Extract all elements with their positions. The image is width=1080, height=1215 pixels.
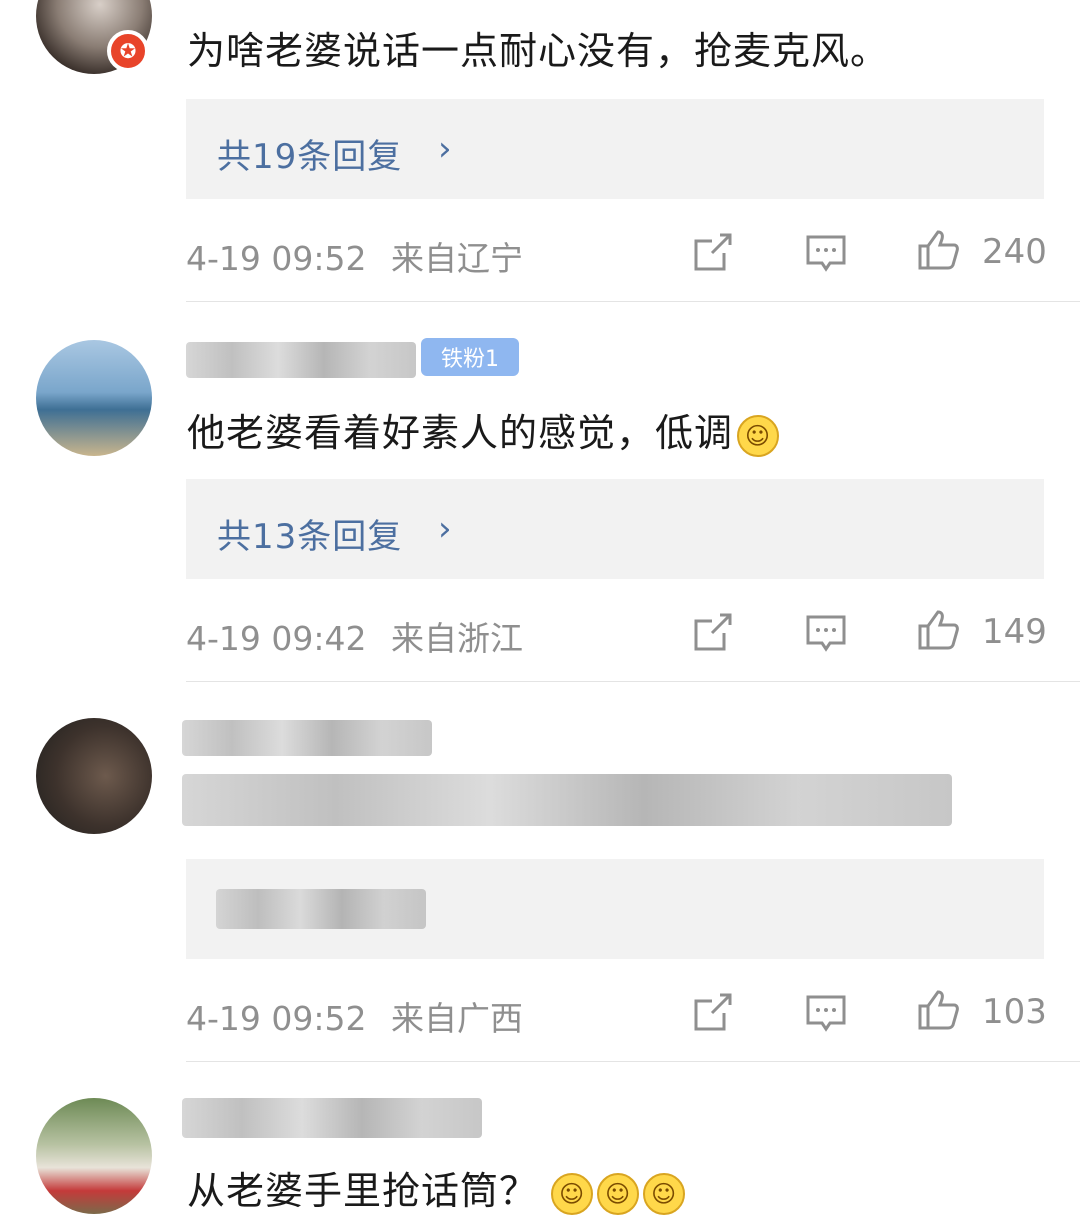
comment-icon[interactable] <box>804 991 848 1035</box>
comment-meta: 4-19 09:52 来自辽宁 <box>186 232 523 280</box>
thumbs-up-icon[interactable] <box>916 608 960 652</box>
share-icon[interactable] <box>690 991 734 1035</box>
reply-thread-link[interactable]: 共13条回复 › <box>186 479 1044 579</box>
reply-thread-link[interactable]: 共19条回复 › <box>186 99 1044 199</box>
shrug-emoji-icon: ☺ <box>643 1172 686 1215</box>
location: 来自辽宁 <box>391 239 523 278</box>
avatar[interactable] <box>36 340 152 456</box>
sunglasses-emoji-icon: ☺ <box>737 414 780 457</box>
location: 来自浙江 <box>391 619 523 658</box>
comment-meta: 4-19 09:52 来自广西 <box>186 992 523 1040</box>
comment-text-redacted <box>182 774 952 826</box>
share-icon[interactable] <box>690 231 734 275</box>
avatar[interactable] <box>36 1098 152 1214</box>
share-icon[interactable] <box>690 611 734 655</box>
thumbs-up-icon[interactable] <box>916 228 960 272</box>
username-redacted[interactable] <box>182 1098 482 1138</box>
chevron-right-icon: › <box>438 129 452 169</box>
divider <box>186 1061 1080 1062</box>
location: 来自广西 <box>391 999 523 1038</box>
comment-text: 从老婆手里抢话筒？ ☺ ☺ ☺ <box>187 1160 686 1215</box>
comment-icon[interactable] <box>804 611 848 655</box>
username-redacted[interactable] <box>186 342 416 378</box>
verified-badge-icon: ✪ <box>107 30 149 72</box>
fan-level-badge: 铁粉1 <box>421 338 519 376</box>
username-redacted[interactable] <box>182 720 432 756</box>
thumbs-up-icon[interactable] <box>916 988 960 1032</box>
shrug-emoji-icon: ☺ <box>551 1172 594 1215</box>
reply-thread-link[interactable] <box>186 859 1044 959</box>
divider <box>186 681 1080 682</box>
chevron-right-icon: › <box>438 509 452 549</box>
reply-count: 共13条回复 <box>217 517 403 557</box>
avatar[interactable] <box>36 718 152 834</box>
comment-icon[interactable] <box>804 231 848 275</box>
like-count: 103 <box>982 992 1047 1032</box>
like-count: 240 <box>982 232 1047 272</box>
divider <box>186 301 1080 302</box>
timestamp: 4-19 09:42 <box>186 619 367 658</box>
timestamp: 4-19 09:52 <box>186 239 367 278</box>
like-count: 149 <box>982 612 1047 652</box>
shrug-emoji-icon: ☺ <box>597 1172 640 1215</box>
comment-text: 他老婆看着好素人的感觉，低调 ☺ <box>187 402 780 457</box>
comment-text: 为啥老婆说话一点耐心没有，抢麦克风。 <box>187 29 890 73</box>
reply-count-redacted <box>216 889 426 929</box>
comment-meta: 4-19 09:42 来自浙江 <box>186 612 523 660</box>
timestamp: 4-19 09:52 <box>186 999 367 1038</box>
reply-count: 共19条回复 <box>217 137 403 177</box>
